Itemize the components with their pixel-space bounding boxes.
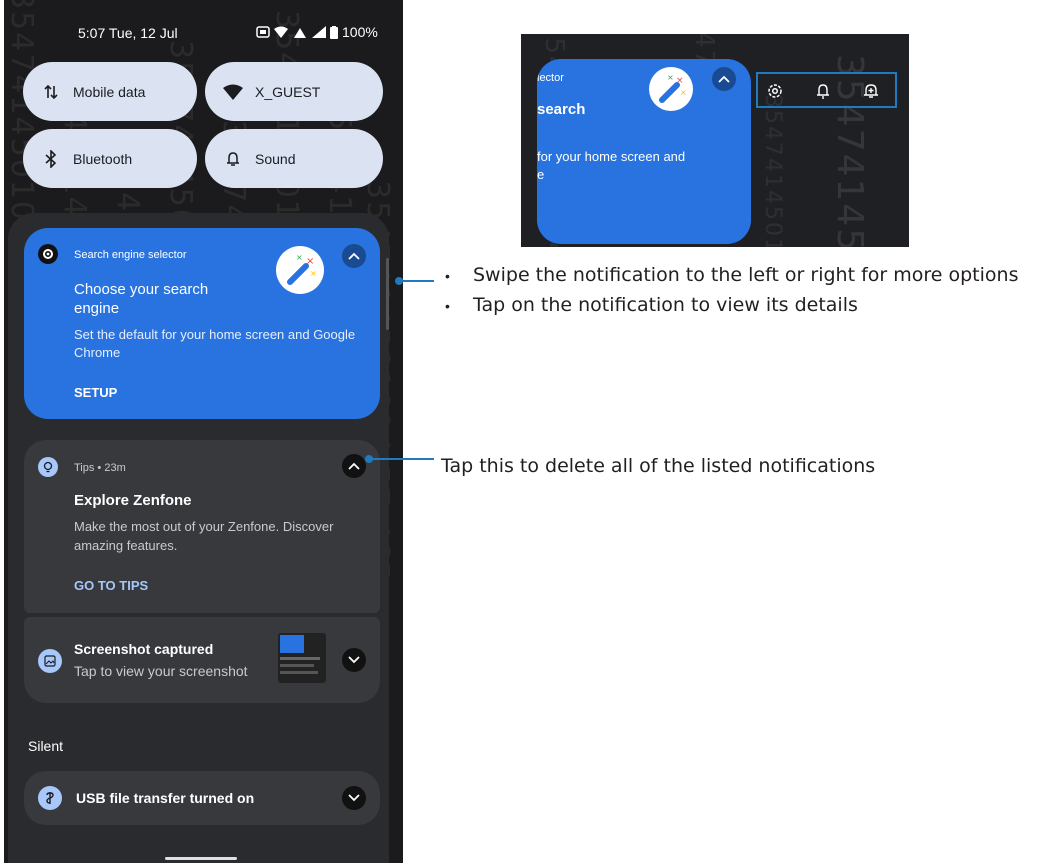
- status-time: 5:07 Tue, 12 Jul: [78, 25, 178, 41]
- nfc-icon: [256, 26, 270, 38]
- magic-wand-icon: × × ×: [649, 67, 693, 111]
- screenshot-thumbnail[interactable]: [278, 633, 326, 683]
- callout-line: [402, 280, 434, 282]
- collapse-button: [712, 67, 736, 91]
- chevron-down-icon: [348, 656, 360, 664]
- notification-title: Explore Zenfone: [74, 492, 192, 509]
- tile-label: X_GUEST: [255, 83, 321, 100]
- notification-usb[interactable]: USB file transfer turned on: [24, 771, 380, 825]
- bell-plus-icon: [864, 84, 878, 98]
- callout-line: [372, 458, 434, 460]
- go-to-tips-button[interactable]: GO TO TIPS: [74, 578, 148, 593]
- annotation-clear: Tap this to delete all of the listed not…: [441, 455, 876, 477]
- tile-bluetooth[interactable]: Bluetooth: [23, 129, 197, 188]
- lightbulb-icon: [38, 457, 58, 477]
- svg-text:×: ×: [306, 256, 314, 267]
- phone-screen: 3547414501014 57 465 3547414501014 57 46…: [4, 0, 403, 863]
- inset-body: for your home screen and: [537, 149, 686, 164]
- inset-title: search: [537, 101, 586, 118]
- notification-app-name: Tips • 23m: [74, 462, 126, 474]
- battery-icon: [330, 25, 338, 39]
- wifi-status-icon: [274, 26, 288, 38]
- notification-screenshot[interactable]: Screenshot captured Tap to view your scr…: [24, 617, 380, 703]
- tile-wifi[interactable]: X_GUEST: [205, 62, 383, 121]
- image-icon: [38, 649, 62, 673]
- scrollbar[interactable]: [386, 258, 389, 330]
- svg-text:×: ×: [680, 88, 687, 97]
- svg-text:×: ×: [310, 269, 317, 278]
- settings-icon: [768, 84, 782, 98]
- notification-title: Screenshot captured: [74, 641, 214, 657]
- clear-all-button[interactable]: [342, 454, 366, 478]
- swipe-actions-highlight: [756, 72, 897, 108]
- bullet: •: [445, 268, 450, 284]
- notification-body: Tap to view your screenshot: [74, 663, 248, 679]
- tile-mobile-data[interactable]: Mobile data: [23, 62, 197, 121]
- snooze-icon: [817, 84, 829, 99]
- inset-body-2: e: [537, 167, 545, 182]
- expand-button[interactable]: [342, 648, 366, 672]
- bullet: •: [445, 298, 450, 314]
- tile-sound[interactable]: Sound: [205, 129, 383, 188]
- svg-text:×: ×: [667, 73, 674, 82]
- notification-body: Set the default for your home screen and…: [74, 327, 356, 360]
- chevron-up-icon: [348, 252, 360, 260]
- silent-section-header: Silent: [28, 738, 64, 754]
- bell-icon: [223, 151, 243, 167]
- battery-percent: 100%: [342, 24, 378, 40]
- svg-text:×: ×: [676, 76, 684, 86]
- collapse-button[interactable]: [342, 244, 366, 268]
- notification-title: Choose your search engine: [74, 281, 209, 317]
- annotation-swipe: Swipe the notification to the left or ri…: [473, 264, 1019, 286]
- setup-button[interactable]: SETUP: [74, 385, 117, 400]
- expand-button[interactable]: [342, 786, 366, 810]
- inset-app-name: lector: [537, 72, 564, 84]
- notification-body: Make the most out of your Zenfone. Disco…: [74, 519, 334, 553]
- tile-label: Mobile data: [73, 83, 146, 100]
- bluetooth-icon: [41, 149, 61, 168]
- gear-icon: [38, 244, 58, 264]
- home-indicator[interactable]: [165, 857, 237, 860]
- chevron-up-icon: [718, 75, 730, 83]
- status-icons: 100%: [256, 24, 378, 40]
- magic-wand-icon: × × ×: [276, 246, 324, 294]
- data-status-icon: [294, 28, 306, 38]
- tile-label: Sound: [255, 150, 296, 167]
- annotation-tap: Tap on the notification to view its deta…: [473, 294, 858, 316]
- wifi-icon: [223, 84, 243, 100]
- notification-app-name: Search engine selector: [74, 249, 187, 261]
- watermark: 3547414501014 57 465: [760, 94, 785, 247]
- tile-label: Bluetooth: [73, 150, 133, 167]
- status-bar: 5:07 Tue, 12 Jul 100%: [4, 0, 403, 60]
- notification-tips[interactable]: Tips • 23m Explore Zenfone Make the most…: [24, 440, 380, 613]
- svg-text:×: ×: [296, 253, 303, 262]
- mobile-data-icon: [41, 84, 61, 100]
- signal-icon: [312, 26, 326, 38]
- chevron-up-icon: [348, 462, 360, 470]
- usb-icon: [38, 786, 62, 810]
- chevron-down-icon: [348, 794, 360, 802]
- notification-search-engine[interactable]: Search engine selector × × × Choose your s…: [24, 228, 380, 419]
- zoom-inset: 3547414501014 57 465 3547414501014 57 46…: [521, 34, 909, 247]
- inset-notification-card: lector search for your home screen and e…: [537, 59, 751, 244]
- notification-title: USB file transfer turned on: [76, 790, 255, 806]
